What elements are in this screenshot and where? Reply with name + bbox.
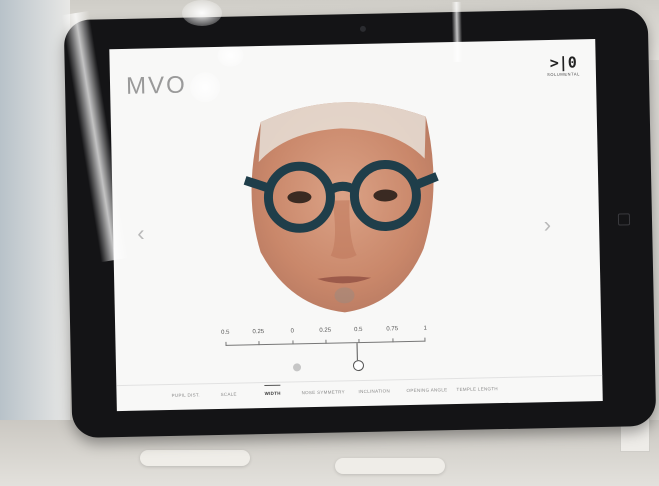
light-reflection: [217, 44, 244, 67]
slider-tick-label: 0: [290, 328, 294, 335]
tab-width[interactable]: WIDTH: [264, 391, 280, 396]
app-title: MVO: [125, 71, 188, 100]
slider-tick: [325, 339, 327, 344]
slider-tick-label: 1: [423, 325, 427, 332]
display-shelf: [140, 450, 250, 466]
adjustment-tab-bar: PUPIL DIST. SCALE WIDTH NOSE SYMMETRY IN…: [116, 374, 603, 412]
tab-pupil-distance[interactable]: PUPIL DIST.: [172, 392, 200, 398]
slider-tick: [258, 341, 260, 346]
slider-tick: [292, 340, 294, 345]
slider-tick-label: 0.5: [354, 326, 363, 334]
slider-handle[interactable]: [352, 359, 365, 372]
tab-inclination[interactable]: INCLINATION: [358, 388, 390, 394]
slider-tick: [358, 339, 360, 344]
logo-mark: >|0: [549, 53, 577, 72]
tab-nose-symmetry[interactable]: NOSE SYMMETRY: [301, 389, 344, 395]
face-model-image: [243, 102, 439, 313]
slider-tick: [392, 338, 394, 343]
display-shelf: [335, 458, 445, 474]
slider-indicator-line: [356, 343, 358, 361]
brand-logo: >|0 SOLUMENTAL: [547, 53, 580, 77]
background-left: [0, 0, 70, 486]
camera-icon: [359, 25, 366, 32]
tab-scale[interactable]: SCALE: [221, 392, 237, 397]
chevron-left-icon[interactable]: ‹: [137, 221, 145, 247]
tab-opening-angle[interactable]: OPENING ANGLE: [406, 387, 447, 393]
slider-tick-label: 0.25: [319, 327, 332, 334]
chevron-right-icon[interactable]: ›: [543, 212, 551, 238]
slider-tick: [424, 337, 426, 342]
logo-subtitle: SOLUMENTAL: [547, 71, 580, 78]
home-button[interactable]: [617, 213, 631, 226]
slider-tick: [225, 341, 227, 346]
slider-tick-label: 0.25: [252, 329, 265, 336]
face-preview: [235, 88, 450, 317]
slider-default-marker: [292, 363, 302, 372]
slider-tick-label: 0.5: [221, 329, 230, 336]
tab-temple-length[interactable]: TEMPLE LENGTH: [456, 386, 498, 392]
slider-scale: 0.5 0.25 0 0.25 0.5 0.75 1: [221, 325, 427, 340]
light-streak: [451, 1, 463, 63]
light-reflection: [189, 71, 221, 103]
tablet-device: MVO >|0 SOLUMENTAL ‹ › 0.5 0.25 0 0.25 0…: [61, 1, 657, 439]
slider-tick-label: 0.75: [386, 326, 399, 333]
tablet-screen: MVO >|0 SOLUMENTAL ‹ › 0.5 0.25 0 0.25 0…: [109, 39, 603, 412]
adjustment-slider[interactable]: 0.5 0.25 0 0.25 0.5 0.75 1: [221, 325, 427, 380]
light-reflection: [182, 0, 222, 26]
